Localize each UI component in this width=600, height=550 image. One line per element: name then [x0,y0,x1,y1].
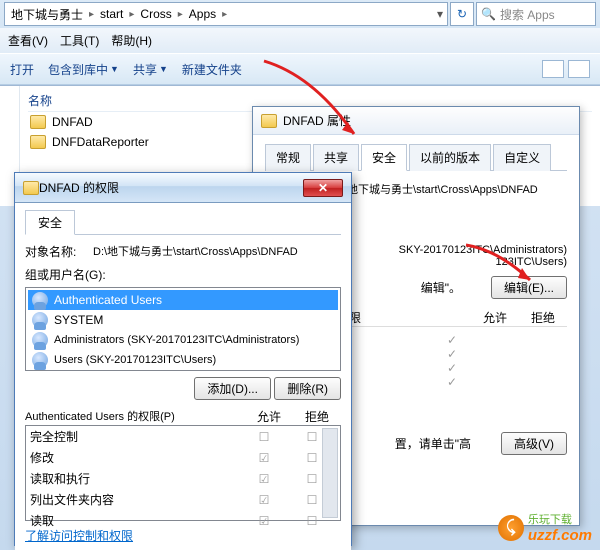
permissions-list: 完全控制☐☐ 修改☑☐ 读取和执行☑☐ 列出文件夹内容☑☐ 读取☑☐ [25,425,341,521]
tab-security[interactable]: 安全 [361,144,407,171]
obj-path: D:\地下城与勇士\start\Cross\Apps\DNFAD [93,243,298,260]
dialog-titlebar[interactable]: DNFAD 的权限 ✕ [15,173,351,203]
learn-link[interactable]: 了解访问控制和权限 [25,529,133,543]
search-icon: 🔍 [481,7,496,21]
user-item[interactable]: Users (SKY-20170123ITC\Users) [28,350,338,370]
tab-custom[interactable]: 自定义 [493,144,551,171]
perm-row: 读取和执行☑☐ [26,468,340,489]
add-button[interactable]: 添加(D)... [194,377,271,400]
breadcrumb: 地下城与勇士▸ start▸ Cross▸ Apps▸ ▾ ↻ 🔍 搜索 App… [0,0,600,28]
bc-seg[interactable]: Apps [187,7,218,21]
folder-icon [30,115,46,129]
folder-icon [30,135,46,149]
dialog-titlebar[interactable]: DNFAD 属性 [253,107,579,135]
advanced-button[interactable]: 高级(V) [501,432,567,455]
allow-checkbox[interactable]: ☑ [240,472,288,486]
scrollbar[interactable] [322,428,338,518]
allow-checkbox[interactable]: ☑ [240,493,288,507]
allow-checkbox[interactable]: ☑ [240,451,288,465]
perm-row: 读取☑☐ [26,510,340,531]
toolbar: 打开 包含到库中 ▼ 共享 ▼ 新建文件夹 [0,53,600,85]
perm-row: 修改☑☐ [26,447,340,468]
users-icon [32,332,48,348]
tab-strip: 安全 [25,209,341,235]
address-bar[interactable]: 地下城与勇士▸ start▸ Cross▸ Apps▸ ▾ [4,2,448,26]
view-options-button[interactable] [568,60,590,78]
bc-seg[interactable]: Cross [138,7,173,21]
allow-checkbox[interactable]: ☐ [240,430,288,444]
folder-icon [23,181,39,195]
menu-help[interactable]: 帮助(H) [111,32,152,49]
user-list[interactable]: Authenticated Users SYSTEM Administrator… [25,287,341,371]
user-item[interactable]: Administrators (SKY-20170123ITC\Administ… [28,330,338,350]
group-label: 组或用户名(G): [25,266,341,283]
bc-seg[interactable]: start [98,7,125,21]
tab-general[interactable]: 常规 [265,144,311,171]
close-button[interactable]: ✕ [303,179,343,197]
tab-share[interactable]: 共享 [313,144,359,171]
bc-seg[interactable]: 地下城与勇士 [9,6,85,23]
perm-row: 列出文件夹内容☑☐ [26,489,340,510]
tb-share[interactable]: 共享 ▼ [133,61,168,78]
obj-path: D:\地下城与勇士\start\Cross\Apps\DNFAD [333,181,538,198]
permissions-dialog: DNFAD 的权限 ✕ 安全 对象名称: D:\地下城与勇士\start\Cro… [14,172,352,546]
users-icon [32,352,48,368]
folder-icon [261,114,277,128]
watermark: ⤹ 乐玩下载 uzzf.com [498,511,592,544]
users-icon [32,292,48,308]
perm-row: 完全控制☐☐ [26,426,340,447]
tb-open[interactable]: 打开 [10,61,34,78]
refresh-button[interactable]: ↻ [450,2,474,26]
edit-button[interactable]: 编辑(E)... [491,276,567,299]
users-icon [32,312,48,328]
obj-name-label: 对象名称: [25,243,85,260]
view-mode-button[interactable] [542,60,564,78]
tab-strip: 常规 共享 安全 以前的版本 自定义 [265,143,567,171]
logo-icon: ⤹ [498,515,524,541]
tab-security[interactable]: 安全 [25,210,75,235]
menu-tools[interactable]: 工具(T) [60,32,99,49]
tab-prev[interactable]: 以前的版本 [409,144,491,171]
menu-view[interactable]: 查看(V) [8,32,48,49]
remove-button[interactable]: 删除(R) [274,377,341,400]
tb-newfolder[interactable]: 新建文件夹 [182,61,242,78]
user-item[interactable]: SYSTEM [28,310,338,330]
menubar: 查看(V) 工具(T) 帮助(H) [0,28,600,53]
search-input[interactable]: 🔍 搜索 Apps [476,2,596,26]
user-item[interactable]: Authenticated Users [28,290,338,310]
tb-include[interactable]: 包含到库中 ▼ [48,61,119,78]
allow-checkbox[interactable]: ☑ [240,514,288,528]
